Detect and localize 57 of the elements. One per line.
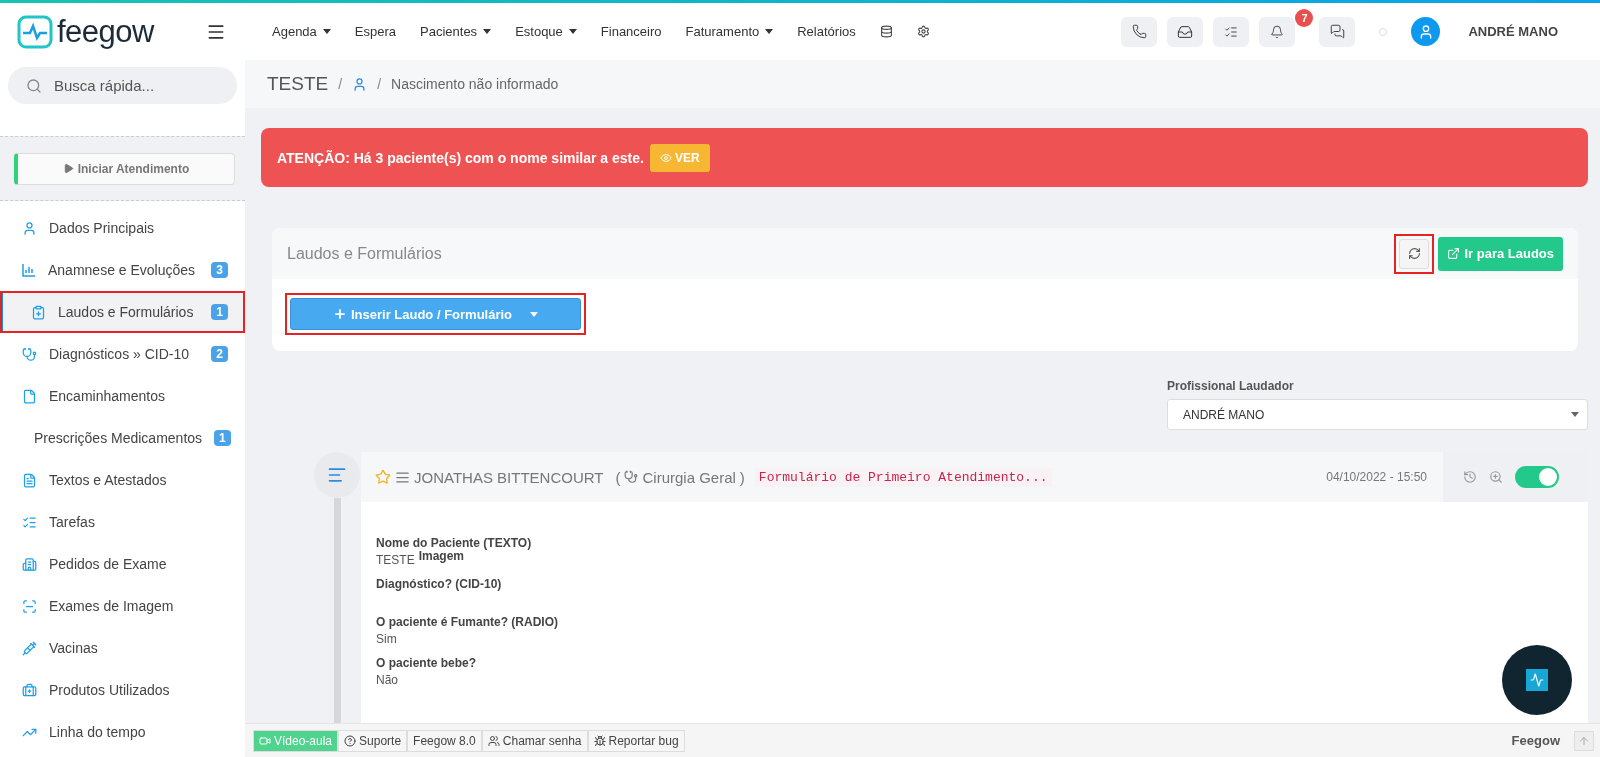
sidebar-item[interactable]: Exames de Imagem [0, 585, 245, 627]
paren-text: ) [739, 468, 745, 486]
nav-menu-item[interactable]: Espera [354, 24, 397, 39]
entry-date: 04/10/2022 - 15:50 [1326, 470, 1427, 484]
breadcrumb-separator: / [377, 76, 381, 92]
sidebar-item[interactable]: Laudos e Formulários 1 [0, 291, 245, 333]
count-badge: 1 [214, 430, 231, 446]
sidebar-item[interactable]: Prescrições Medicamentos 1 [0, 417, 245, 459]
field-label: O paciente é Fumante? (RADIO) [376, 615, 560, 629]
search-field[interactable]: Busca rápida... [8, 67, 237, 104]
count-badge: 1 [211, 304, 228, 320]
footer-button[interactable]: Reportar bug [587, 729, 685, 752]
panel-title: Laudos e Formulários [287, 244, 443, 263]
sidebar-item[interactable]: Tarefas [0, 501, 245, 543]
count-badge: 2 [211, 346, 228, 362]
footer-button[interactable]: Feegow 8.0 [407, 729, 482, 752]
sidebar-item[interactable]: Diagnósticos » CID-10 2 [0, 333, 245, 375]
professional-select[interactable]: ANDRÉ MANO [1167, 399, 1588, 430]
brand-name: feegow [57, 13, 154, 50]
nav-menu-item[interactable]: Estoque [515, 24, 577, 39]
paren-text: ( [615, 468, 621, 486]
footer-brand: Feegow [1511, 733, 1560, 748]
form-name: Formulário de Primeiro Atendimento... [754, 467, 1052, 487]
field-label: Profissional Laudador [1167, 379, 1295, 393]
alert-text: ATENÇÃO: Há 3 paciente(s) com o nome similar a este. [277, 149, 644, 166]
sidebar-item[interactable]: Encaminhamentos [0, 375, 245, 417]
sidebar-item[interactable]: Dados Principais [0, 207, 245, 249]
count-badge: 3 [211, 262, 228, 278]
nav-menu-item[interactable]: Financeiro [600, 24, 662, 39]
start-button[interactable]: Iniciar Atendimento [14, 152, 235, 185]
nav-menu-item[interactable]: Relatórios [797, 24, 856, 39]
field-value: Sim [376, 632, 397, 646]
footer-button[interactable]: Chamar senha [481, 729, 588, 752]
sidebar-item[interactable]: Produtos Utilizados [0, 669, 245, 711]
field-label: Imagem [418, 549, 465, 563]
field-label: Nome do Paciente (TEXTO) [376, 536, 533, 550]
nav-menu-item[interactable]: Faturamento [685, 24, 774, 39]
field-label: O paciente bebe? [376, 656, 478, 670]
search-input[interactable]: Busca rápida... [54, 74, 214, 97]
sidebar-item[interactable]: Anamnese e Evoluções 3 [0, 249, 245, 291]
sidebar-item[interactable]: Linha do tempo [0, 711, 245, 753]
notification-count: 7 [1295, 8, 1314, 27]
patient-name: TESTE [267, 73, 329, 95]
footer-button[interactable]: Suporte [338, 729, 408, 752]
sidebar-item[interactable]: Vacinas [0, 627, 245, 669]
specialty: Cirurgia Geral [642, 468, 736, 486]
user-name[interactable]: ANDRÉ MANO [1468, 24, 1558, 39]
field-value: TESTE [376, 553, 415, 567]
author-name: JONATHAS BITTENCOURT [414, 468, 604, 486]
birth-info: Nascimento não informado [391, 76, 559, 92]
field-value: Não [376, 673, 398, 687]
field-label: Diagnóstico? (CID-10) [376, 577, 503, 591]
nav-menu-item[interactable]: Pacientes [420, 24, 492, 39]
breadcrumb-separator: / [338, 76, 343, 92]
sidebar-item[interactable]: Pedidos de Exame [0, 543, 245, 585]
sidebar-item[interactable]: Textos e Atestados [0, 459, 245, 501]
nav-menu-item[interactable]: Agenda [272, 24, 331, 39]
